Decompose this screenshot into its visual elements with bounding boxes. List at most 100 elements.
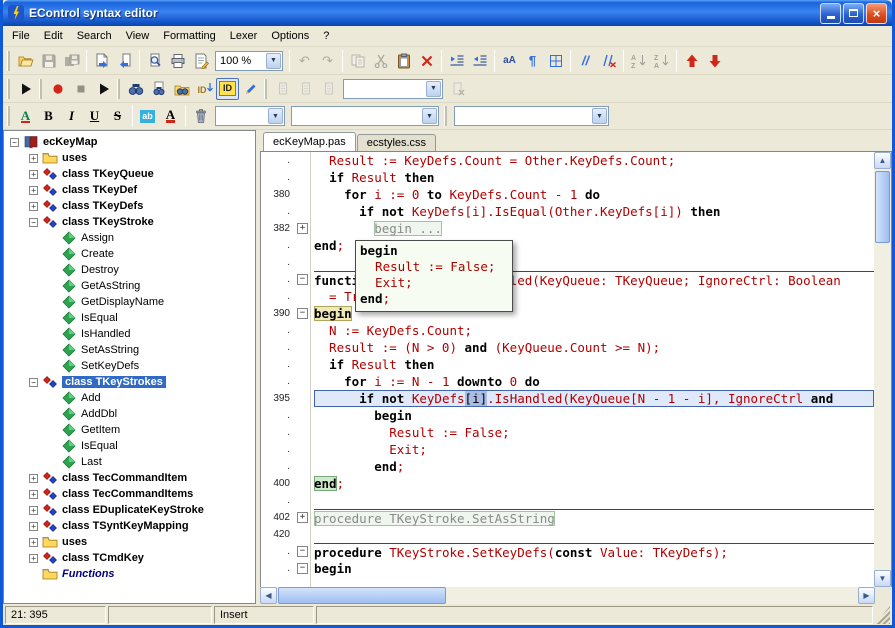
block-select-button[interactable] <box>544 50 567 72</box>
tree-toggle[interactable]: + <box>29 538 38 547</box>
bookmark-clear-button[interactable] <box>446 78 469 100</box>
tree-item-isequal[interactable]: IsEqual <box>4 310 255 326</box>
menu-edit[interactable]: Edit <box>37 27 70 45</box>
cut-button[interactable] <box>369 50 392 72</box>
fold-collapse-icon[interactable]: − <box>297 546 308 557</box>
tree-toggle[interactable]: + <box>29 506 38 515</box>
tree-item-ishandled[interactable]: IsHandled <box>4 326 255 342</box>
code-line[interactable]: Result := False; <box>314 424 874 441</box>
tree-item-functions[interactable]: Functions <box>4 566 255 582</box>
resize-grip[interactable] <box>875 606 890 624</box>
code-area[interactable]: Result := KeyDefs.Count = Other.KeyDefs.… <box>311 152 874 587</box>
code-line[interactable]: end; <box>314 475 874 492</box>
tree-item-setkeydefs[interactable]: SetKeyDefs <box>4 358 255 374</box>
search-template-combo[interactable]: ▼ <box>343 79 443 99</box>
code-line[interactable]: Exit; <box>314 441 874 458</box>
minimize-button[interactable] <box>820 3 841 24</box>
outdent-button[interactable] <box>468 50 491 72</box>
tree-item-destroy[interactable]: Destroy <box>4 262 255 278</box>
fold-collapse-icon[interactable]: − <box>297 274 308 285</box>
clear-formatting-button[interactable] <box>189 105 212 127</box>
paste-button[interactable] <box>392 50 415 72</box>
tree-toggle[interactable]: + <box>29 186 38 195</box>
tree-toggle[interactable]: + <box>29 522 38 531</box>
menu-formatting[interactable]: Formatting <box>156 27 223 45</box>
record-macro-button[interactable] <box>46 78 69 100</box>
tree-item-class-tsyntkeymapping[interactable]: +class TSyntKeyMapping <box>4 518 255 534</box>
underline-button[interactable]: U <box>83 105 106 127</box>
print-button[interactable] <box>166 50 189 72</box>
code-line[interactable]: begin <box>314 560 874 577</box>
vertical-scrollbar[interactable]: ▲ ▼ <box>874 152 891 587</box>
tree-item-getdisplayname[interactable]: GetDisplayName <box>4 294 255 310</box>
play-button[interactable] <box>14 78 37 100</box>
export-file-button[interactable] <box>90 50 113 72</box>
code-line[interactable]: Result := KeyDefs.Count = Other.KeyDefs.… <box>314 152 874 169</box>
quick-edit-button[interactable] <box>239 78 262 100</box>
find-in-files-button[interactable] <box>170 78 193 100</box>
code-line[interactable]: begin ... <box>314 220 874 237</box>
tree-item-class-tkeystrokes[interactable]: −class TKeyStrokes <box>4 374 255 390</box>
tree-item-uses[interactable]: +uses <box>4 150 255 166</box>
chevron-down-icon[interactable]: ▼ <box>266 53 281 69</box>
toolbar-grip[interactable] <box>7 79 10 99</box>
sort-ascending-button[interactable]: AZ <box>627 50 650 72</box>
maximize-button[interactable] <box>843 3 864 24</box>
vertical-scroll-track[interactable] <box>874 169 891 570</box>
highlight-button[interactable]: ab <box>136 105 159 127</box>
tree-item-create[interactable]: Create <box>4 246 255 262</box>
bold-button[interactable]: B <box>37 105 60 127</box>
vertical-scroll-thumb[interactable] <box>875 171 890 243</box>
chevron-down-icon[interactable]: ▼ <box>426 81 441 97</box>
tree-item-getitem[interactable]: GetItem <box>4 422 255 438</box>
horizontal-scroll-thumb[interactable] <box>278 587 446 604</box>
tree-toggle[interactable]: + <box>29 202 38 211</box>
code-line[interactable] <box>314 526 874 543</box>
tree-item-assign[interactable]: Assign <box>4 230 255 246</box>
code-line[interactable]: if Result then <box>314 356 874 373</box>
fold-collapse-icon[interactable]: − <box>297 308 308 319</box>
id-list-button[interactable]: ID <box>216 78 239 100</box>
tree-toggle[interactable]: − <box>29 218 38 227</box>
scroll-left-button[interactable]: ◀ <box>260 587 277 604</box>
toolbar-grip[interactable] <box>444 106 447 126</box>
font-color-button[interactable]: A <box>159 105 182 127</box>
code-line-current[interactable]: if not KeyDefs[i].IsHandled(KeyQueue[N -… <box>314 390 874 407</box>
font-name-combo[interactable]: ▼ <box>291 106 439 126</box>
tree-item-last[interactable]: Last <box>4 454 255 470</box>
tree-item-getasstring[interactable]: GetAsString <box>4 278 255 294</box>
tree-item-class-tkeydefs[interactable]: +class TKeyDefs <box>4 198 255 214</box>
tree-item-uses[interactable]: +uses <box>4 534 255 550</box>
code-line[interactable]: if Result then <box>314 169 874 186</box>
find-next-button[interactable] <box>147 78 170 100</box>
chevron-down-icon[interactable]: ▼ <box>268 108 283 124</box>
horizontal-scrollbar[interactable]: ◀ ▶ <box>260 587 875 604</box>
toolbar-grip[interactable] <box>264 79 267 99</box>
tree-item-adddbl[interactable]: AddDbl <box>4 406 255 422</box>
zoom-combo[interactable]: 100 %▼ <box>215 51 283 71</box>
properties-button[interactable] <box>189 50 212 72</box>
tree-toggle[interactable]: + <box>29 154 38 163</box>
tree-item-class-teccommanditems[interactable]: +class TecCommandItems <box>4 486 255 502</box>
show-paragraphs-button[interactable]: ¶ <box>521 50 544 72</box>
code-line[interactable]: procedure TKeyStroke.SetKeyDefs(const Va… <box>314 543 874 560</box>
code-line[interactable]: begin <box>314 407 874 424</box>
reload-file-button[interactable] <box>113 50 136 72</box>
menu-lexer[interactable]: Lexer <box>223 27 265 45</box>
menu-view[interactable]: View <box>119 27 157 45</box>
scroll-up-button[interactable]: ▲ <box>874 152 891 169</box>
uncomment-button[interactable] <box>597 50 620 72</box>
fold-expand-icon[interactable]: + <box>297 512 308 523</box>
menu-options[interactable]: Options <box>264 27 316 45</box>
save-button[interactable] <box>37 50 60 72</box>
find-button[interactable] <box>124 78 147 100</box>
tree-toggle[interactable]: + <box>29 554 38 563</box>
copy-button[interactable] <box>346 50 369 72</box>
tree-item-class-tkeydef[interactable]: +class TKeyDef <box>4 182 255 198</box>
delete-button[interactable] <box>415 50 438 72</box>
code-line[interactable]: procedure TKeyStroke.SetAsString <box>314 509 874 526</box>
code-line[interactable] <box>314 492 874 509</box>
undo-button[interactable]: ↶ <box>293 50 316 72</box>
menu-file[interactable]: File <box>5 27 37 45</box>
text-case-button[interactable]: aA <box>498 50 521 72</box>
